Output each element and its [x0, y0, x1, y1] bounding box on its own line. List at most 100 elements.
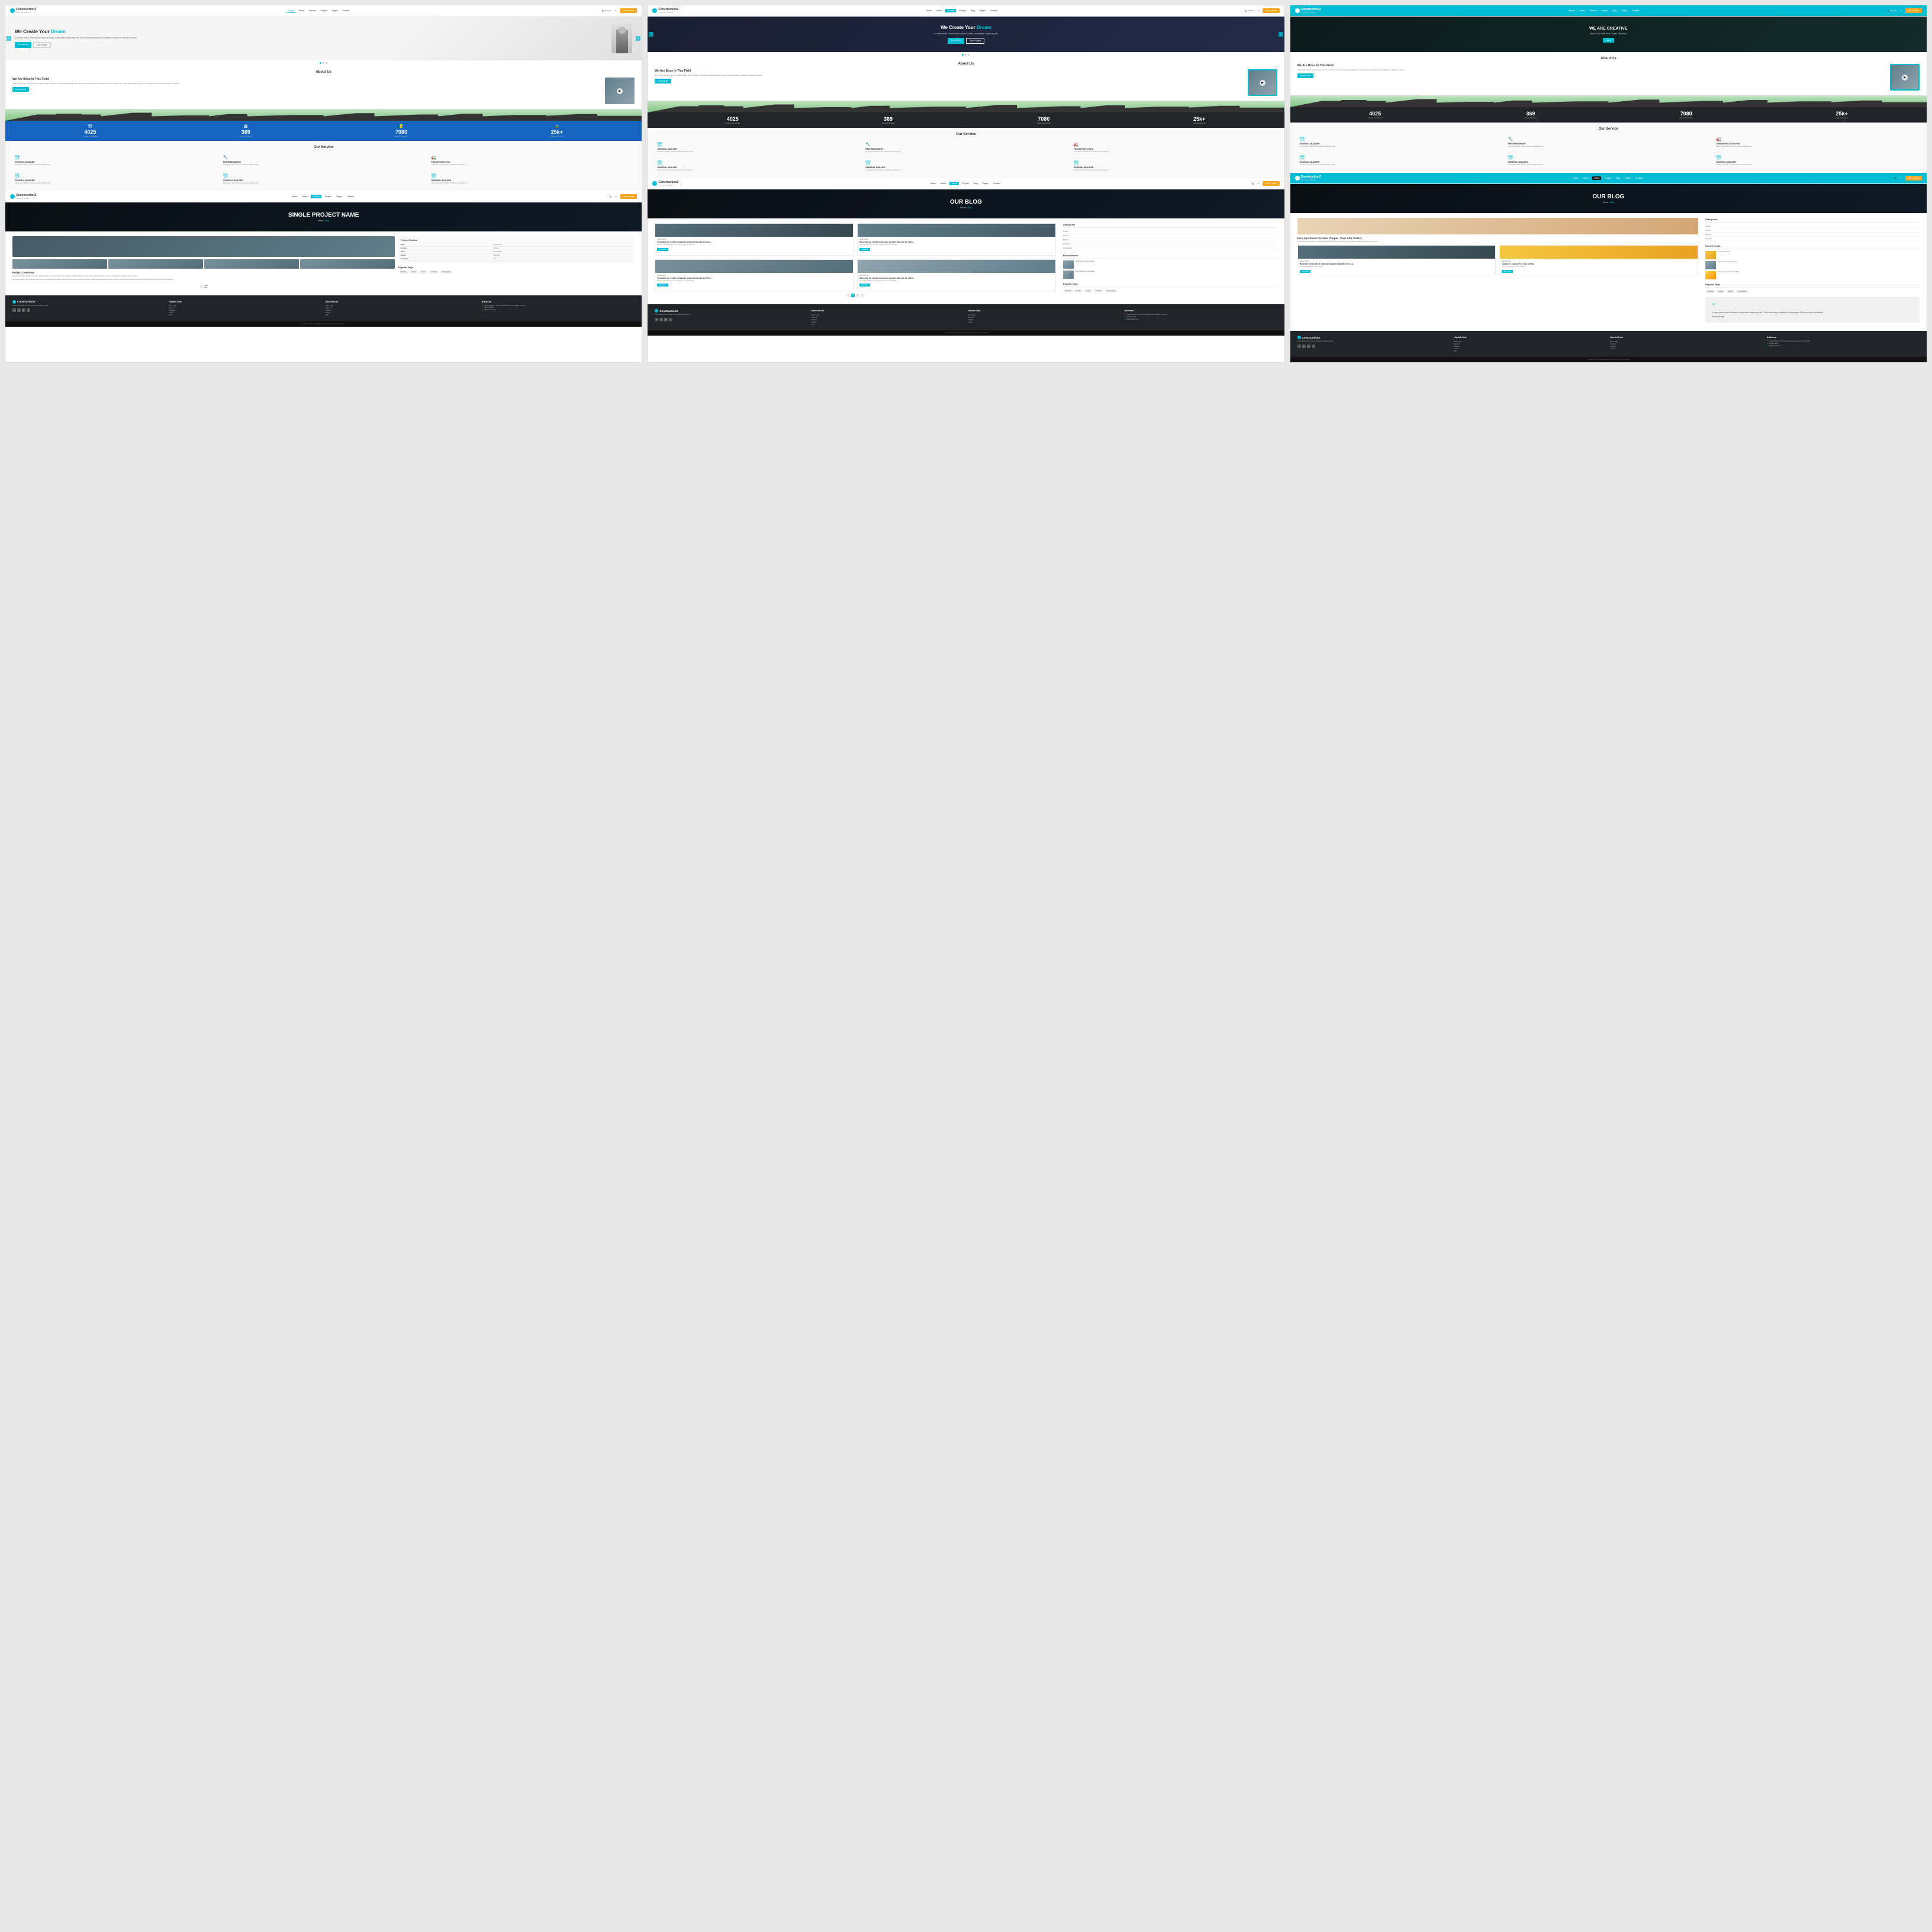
blog-btn-2-3[interactable]: Read More: [657, 284, 668, 286]
cat-interior-2[interactable]: Interior: [1063, 234, 1277, 238]
social-fb-3[interactable]: f: [1297, 344, 1301, 348]
nav-contact-1[interactable]: Contact: [341, 9, 350, 12]
about-btn-2[interactable]: Know More: [655, 79, 671, 83]
nav-pages-1[interactable]: Pages: [330, 9, 339, 12]
nav-blog-service-2[interactable]: Active: [949, 182, 959, 185]
slider-next-2[interactable]: ›: [1279, 32, 1283, 37]
nav-p1-pages[interactable]: Pages: [335, 195, 343, 198]
nav-blog-3[interactable]: Blog: [1611, 9, 1618, 12]
nav-service-3[interactable]: Service: [1589, 9, 1598, 12]
social-tw-2[interactable]: t: [659, 318, 663, 321]
nav-blog-contact-2[interactable]: Contact: [992, 182, 1002, 185]
blog-btn-2-4[interactable]: Read More: [859, 284, 870, 286]
tag-expert-2[interactable]: Expert: [1084, 289, 1092, 292]
social-yt-1[interactable]: y: [27, 308, 30, 312]
quote-btn-1[interactable]: Get a quote: [620, 8, 637, 13]
cat-exterior-2[interactable]: Exterior: [1063, 238, 1277, 242]
cat-property-3[interactable]: Property: [1705, 237, 1920, 241]
play-btn-2[interactable]: ▶: [1260, 80, 1266, 86]
slider-next-1[interactable]: ›: [636, 36, 640, 41]
nav-blog-pages-3[interactable]: Pages: [1624, 176, 1632, 180]
nav-blog-home-3[interactable]: Home: [1572, 176, 1579, 180]
cat-travel-2[interactable]: Travel: [1063, 230, 1277, 234]
nav-pages-3[interactable]: Pages: [1620, 9, 1628, 12]
page-prev-1[interactable]: ‹: [199, 285, 203, 288]
social-tw-3[interactable]: t: [1302, 344, 1306, 348]
hero-btn1-2[interactable]: Our Service: [948, 38, 964, 44]
tag-booking-1[interactable]: Booking: [399, 271, 408, 273]
nav-blog-pages-2[interactable]: Pages: [981, 182, 990, 185]
quote-btn-p1[interactable]: Get a quote: [620, 194, 637, 199]
tag-design-1[interactable]: Design: [410, 271, 418, 273]
nav-pages-2[interactable]: Pages: [978, 9, 987, 12]
nav-p1-contact[interactable]: Contact: [346, 195, 355, 198]
nav-p1-service[interactable]: Service: [311, 195, 321, 198]
nav-p1-home[interactable]: Home: [291, 195, 298, 198]
tag-expert-3[interactable]: Expert: [1727, 290, 1734, 293]
slider-prev-2[interactable]: ‹: [649, 32, 653, 37]
nav-blog-project-2[interactable]: Project: [961, 182, 970, 185]
footer-link-faq-2[interactable]: FAQ: [812, 323, 964, 326]
nav-blog-about-3[interactable]: About: [1582, 176, 1590, 180]
page-1-blog-2[interactable]: 1: [851, 294, 855, 297]
about-btn-3[interactable]: Know More: [1297, 73, 1314, 78]
nav-home-2[interactable]: Home: [925, 9, 933, 12]
social-yt-2[interactable]: y: [669, 318, 672, 321]
tag-arch-1[interactable]: Architect: [429, 271, 439, 273]
social-li-3[interactable]: in: [1307, 344, 1310, 348]
footer-link-faq-3[interactable]: FAQ: [1454, 350, 1606, 352]
tag-photo-3[interactable]: Photography: [1736, 290, 1748, 293]
blog-btn-3-1[interactable]: Read More: [1300, 270, 1310, 273]
nav-home-3[interactable]: Home: [1568, 9, 1576, 12]
footer-link2-service-3[interactable]: Service: [1610, 347, 1763, 350]
social-yt-3[interactable]: y: [1312, 344, 1315, 348]
hero-btn1-3[interactable]: Learn: [1603, 38, 1614, 43]
quote-btn-blog-3[interactable]: Get a quote: [1905, 176, 1922, 181]
page-1-1[interactable]: LAST FAU: [204, 285, 208, 288]
hero-btn2-2[interactable]: Start Project: [966, 38, 984, 44]
hero-btn2-1[interactable]: Our Project: [33, 42, 51, 48]
tag-booking-3[interactable]: Booking: [1706, 290, 1715, 293]
blog-btn-2-2[interactable]: Read More: [859, 248, 870, 251]
footer-link2-cms-1[interactable]: CMS: [326, 314, 478, 317]
page-next-blog-2[interactable]: ›: [861, 294, 864, 297]
tag-photo-1[interactable]: Photography: [440, 271, 452, 273]
nav-service-2[interactable]: Service: [945, 9, 956, 12]
nav-blog-2[interactable]: Blog: [970, 9, 976, 12]
nav-project-2[interactable]: Project: [958, 9, 967, 12]
nav-contact-2[interactable]: Contact: [989, 9, 999, 12]
tag-design-3[interactable]: Design: [1717, 290, 1725, 293]
nav-blog-about-2[interactable]: About: [939, 182, 947, 185]
nav-blog-project-3[interactable]: Project: [1603, 176, 1612, 180]
dot-1-1[interactable]: [320, 62, 321, 64]
tag-design-2[interactable]: Design: [1074, 289, 1083, 292]
nav-home-1[interactable]: Home: [287, 9, 295, 13]
nav-project-3[interactable]: Project: [1600, 9, 1609, 12]
dot-1-3[interactable]: [326, 62, 327, 64]
play-btn-3[interactable]: ▶: [1902, 75, 1908, 80]
nav-blog-contact-3[interactable]: Contact: [1634, 176, 1644, 180]
blog-btn-2-1[interactable]: Read More: [657, 248, 668, 251]
nav-contact-3[interactable]: Contact: [1631, 9, 1640, 12]
nav-about-3[interactable]: About: [1579, 9, 1586, 12]
nav-blog-blog-2[interactable]: Blog: [973, 182, 979, 185]
nav-blog-home-2[interactable]: Home: [929, 182, 937, 185]
nav-p1-about[interactable]: About: [301, 195, 308, 198]
nav-about-2[interactable]: About: [935, 9, 943, 12]
nav-p1-project[interactable]: Project: [324, 195, 333, 198]
about-btn-1[interactable]: Know More: [12, 87, 29, 92]
footer-link2-service-2[interactable]: Service: [968, 321, 1120, 323]
dot-1-2[interactable]: [323, 62, 324, 64]
nav-service-1[interactable]: Service: [308, 9, 317, 12]
social-fb-1[interactable]: f: [12, 308, 16, 312]
tag-photo-2[interactable]: Photography: [1105, 289, 1117, 292]
cat-interior-3[interactable]: Interior: [1705, 228, 1920, 233]
cat-tech-2[interactable]: Technology: [1063, 246, 1277, 250]
hero-btn1-1[interactable]: Our Service: [15, 42, 31, 48]
quote-btn-blog-2[interactable]: Get a quote: [1263, 181, 1279, 186]
social-tw-1[interactable]: t: [17, 308, 21, 312]
nav-blog-blog-3[interactable]: Blog: [1615, 176, 1621, 180]
page-prev-blog-2[interactable]: ‹: [846, 294, 850, 297]
dot-2-3[interactable]: [968, 54, 970, 56]
cat-travel-3[interactable]: Travel: [1705, 224, 1920, 228]
